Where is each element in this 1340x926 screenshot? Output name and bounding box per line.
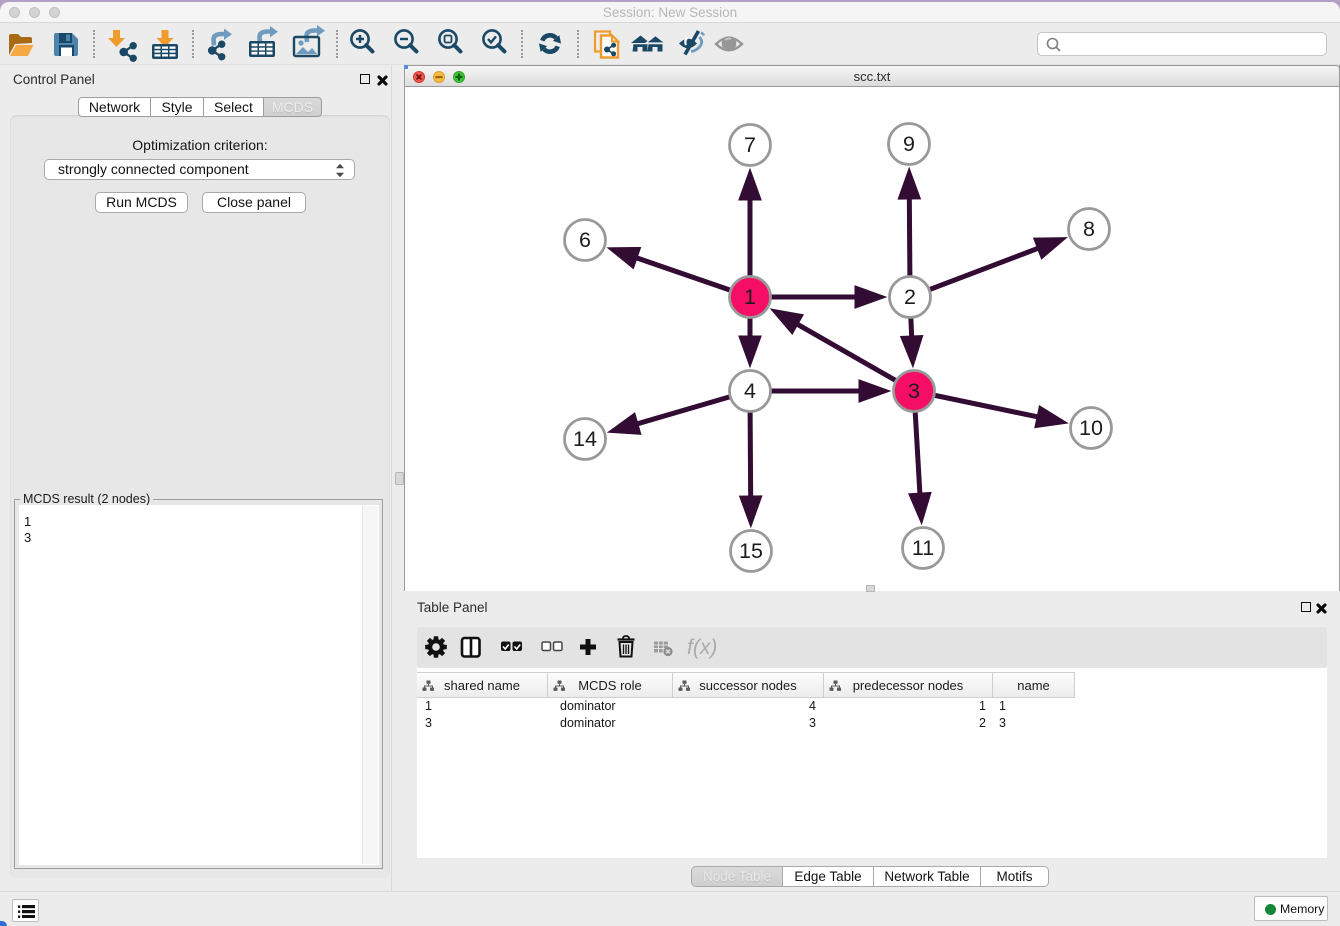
svg-text:1: 1	[744, 285, 756, 309]
svg-text:f(x): f(x)	[687, 636, 717, 659]
svg-text:10: 10	[1079, 416, 1103, 440]
svg-text:14: 14	[573, 427, 597, 451]
svg-text:15: 15	[739, 539, 763, 563]
svg-text:4: 4	[744, 379, 756, 403]
svg-text:3: 3	[908, 379, 920, 403]
svg-text:8: 8	[1083, 217, 1095, 241]
svg-text:2: 2	[904, 285, 916, 309]
svg-text:11: 11	[912, 536, 934, 560]
svg-text:7: 7	[744, 133, 756, 157]
svg-text:6: 6	[579, 228, 591, 252]
svg-text:9: 9	[903, 132, 915, 156]
